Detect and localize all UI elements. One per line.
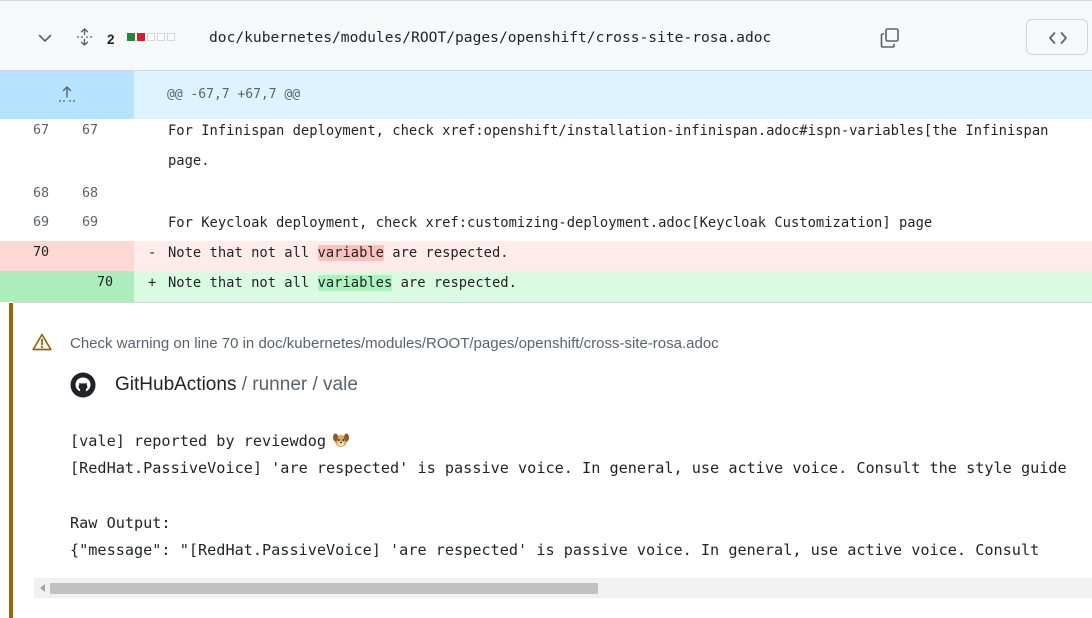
added-word-highlight: variables (317, 275, 393, 291)
addition-gutter (0, 271, 134, 302)
diff-line-context: 69 69 For Keycloak deployment, check xre… (0, 211, 1092, 240)
raw-output-label: Raw Output: (70, 514, 171, 532)
diff-line-deletion: 70 - Note that not all variable are resp… (0, 241, 1092, 271)
new-line-number[interactable]: 67 (82, 123, 98, 138)
old-line-number[interactable]: 68 (33, 186, 49, 201)
scroll-left-arrow-icon[interactable] (40, 584, 45, 592)
comment-message: [RedHat.PassiveVoice] 'are respected' is… (70, 459, 1067, 477)
comment-reporter-line: [vale] reported by reviewdog (70, 432, 350, 450)
copy-icon[interactable] (880, 27, 900, 49)
horizontal-scrollbar[interactable] (34, 578, 1092, 598)
diffstat-removed-block (137, 33, 145, 41)
new-line-number[interactable]: 70 (97, 275, 113, 290)
old-line-number[interactable]: 67 (33, 123, 49, 138)
view-code-button[interactable] (1026, 19, 1088, 55)
new-line-number[interactable]: 69 (82, 215, 98, 230)
addition-marker: + (148, 275, 157, 291)
diffstat-neutral-block (167, 33, 175, 41)
line-code: Note that not all variables are respecte… (168, 275, 517, 291)
code-icon (1049, 32, 1067, 44)
line-code: For Infinispan deployment, check xref:op… (168, 123, 1049, 139)
code-segment: are respected. (383, 245, 509, 261)
workflow-path: / runner / vale (236, 374, 358, 395)
diff-line-context: 68 68 (0, 182, 1092, 208)
changes-count: 2 (107, 32, 115, 47)
deleted-word-highlight: variable (317, 245, 384, 261)
diffstat-added-block (127, 33, 135, 41)
expand-up-icon (59, 86, 75, 102)
deletion-gutter (0, 241, 134, 271)
deletion-marker: - (148, 245, 157, 261)
new-line-number[interactable]: 68 (82, 186, 98, 201)
file-path[interactable]: doc/kubernetes/modules/ROOT/pages/opensh… (209, 29, 771, 46)
unfold-icon[interactable] (76, 28, 93, 46)
code-segment: are respected. (392, 275, 517, 291)
diffstat (127, 33, 175, 41)
diffstat-neutral-block (157, 33, 165, 41)
diff-line-context: 67 67 For Infinispan deployment, check x… (0, 119, 1092, 149)
expand-up-button[interactable] (0, 71, 134, 119)
alert-icon (32, 333, 52, 351)
dog-emoji-icon (333, 433, 350, 447)
check-warning-text: Check warning on line 70 in doc/kubernet… (70, 335, 719, 352)
code-segment: Note that not all (168, 245, 318, 261)
diff-line-context-wrap: page. (0, 149, 1092, 179)
line-code: page. (168, 153, 210, 169)
old-line-number[interactable]: 69 (33, 215, 49, 230)
code-segment: Note that not all (168, 275, 318, 291)
file-header: 2 doc/kubernetes/modules/ROOT/pages/open… (0, 0, 1092, 71)
diff-line-addition: 70 + Note that not all variables are res… (0, 271, 1092, 302)
comment-author-line: GitHubActions / runner / vale (115, 374, 358, 396)
reporter-text: [vale] reported by reviewdog (70, 432, 327, 450)
raw-output: {"message": "[RedHat.PassiveVoice] 'are … (70, 541, 1040, 559)
diffstat-neutral-block (147, 33, 155, 41)
old-line-number[interactable]: 70 (33, 245, 49, 260)
line-code: For Keycloak deployment, check xref:cust… (168, 215, 933, 231)
hunk-header-row: @@ -67,7 +67,7 @@ (0, 71, 1092, 119)
warning-accent-bar (9, 303, 13, 618)
comment-author-link[interactable]: GitHubActions (115, 374, 236, 395)
github-actions-avatar[interactable] (70, 372, 96, 398)
comment-divider (13, 302, 1092, 303)
line-code: Note that not all variable are respected… (168, 245, 509, 261)
chevron-down-icon[interactable] (37, 30, 53, 46)
hunk-header: @@ -67,7 +67,7 @@ (167, 87, 301, 102)
scrollbar-thumb[interactable] (50, 583, 598, 594)
